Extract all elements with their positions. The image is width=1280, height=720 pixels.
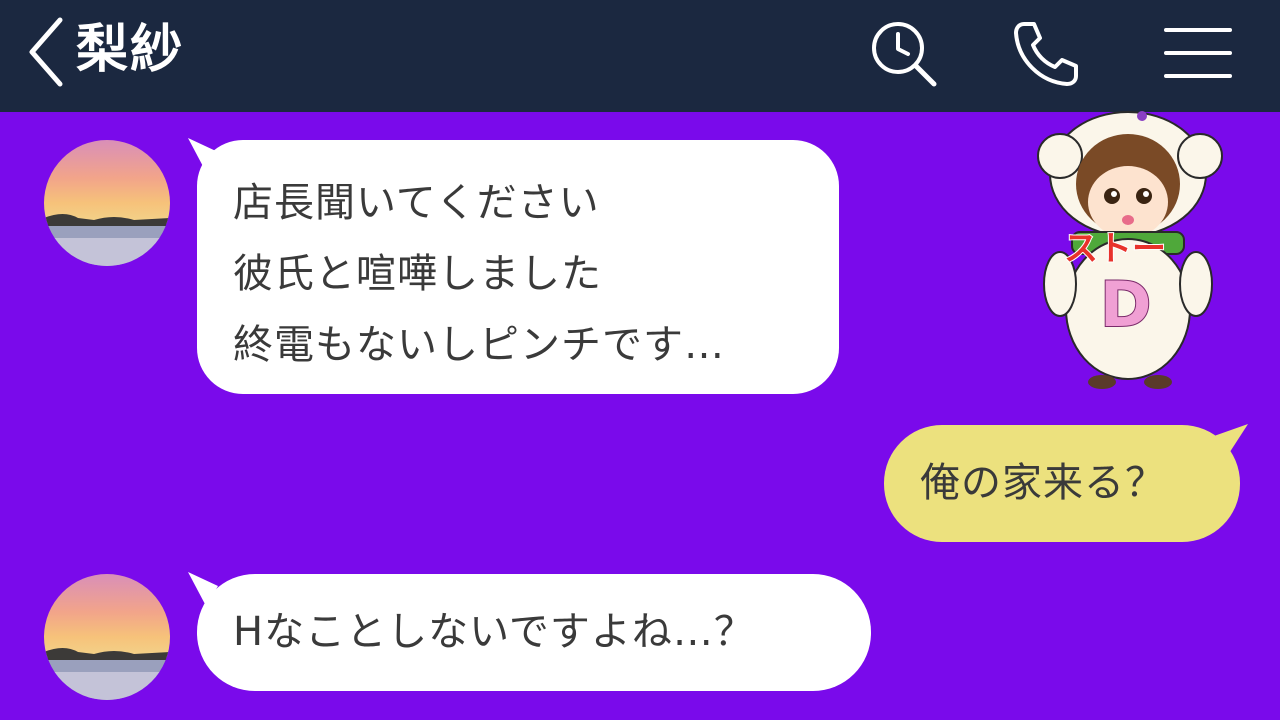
sticker-text: ストー	[1064, 229, 1166, 269]
message-text: 俺の家来る？	[920, 460, 1166, 506]
chevron-left-icon	[29, 17, 63, 87]
chat-screen: 梨紗 店長聞いてください 彼氏と喧嘩しました 終電もないしピンチです… ストー …	[0, 0, 1280, 720]
avatar[interactable]	[44, 574, 170, 700]
avatar[interactable]	[44, 140, 170, 266]
back-button[interactable]	[22, 14, 72, 90]
message-text: Hなことしないですよね…？	[233, 609, 755, 655]
chat-title: 梨紗	[76, 20, 185, 80]
message-bubble-outgoing[interactable]: 俺の家来る？	[884, 425, 1240, 542]
call-button[interactable]	[1010, 18, 1082, 90]
hamburger-menu-icon	[1164, 28, 1232, 78]
sunset-avatar-image	[44, 140, 170, 266]
menu-button[interactable]	[1162, 18, 1234, 90]
sunset-avatar-image	[44, 574, 170, 700]
phone-icon	[1014, 22, 1078, 86]
sticker-letter: D	[1100, 268, 1151, 341]
message-text: 終電もないしピンチです…	[233, 322, 725, 368]
search-clock-icon	[872, 22, 937, 87]
search-button[interactable]	[866, 18, 938, 90]
sheep-character-image: ストー D	[1037, 111, 1223, 389]
message-text: 彼氏と喧嘩しました	[233, 251, 602, 297]
message-text: 店長聞いてください	[233, 180, 600, 226]
message-bubble-incoming[interactable]: 店長聞いてください 彼氏と喧嘩しました 終電もないしピンチです…	[197, 140, 839, 394]
message-bubble-incoming[interactable]: Hなことしないですよね…？	[197, 574, 871, 691]
character-sticker: ストー D	[1030, 104, 1230, 394]
chat-header: 梨紗	[0, 0, 1280, 112]
